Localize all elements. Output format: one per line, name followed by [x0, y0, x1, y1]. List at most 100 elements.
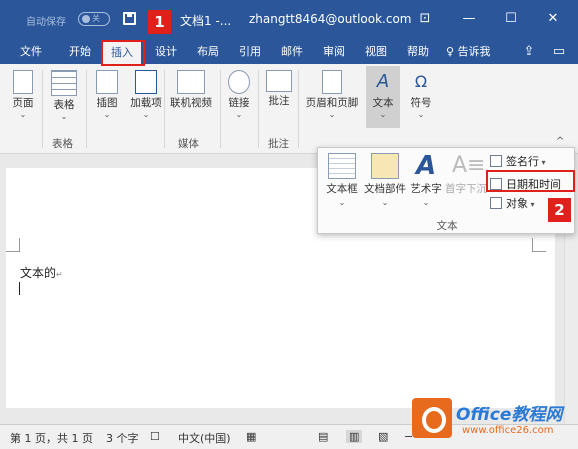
- chevron-down-icon: ⌄: [142, 110, 150, 119]
- comments-icon[interactable]: ▭: [548, 42, 570, 62]
- table-icon: [51, 70, 77, 96]
- pages-button[interactable]: 页面 ⌄: [8, 70, 38, 120]
- chevron-down-icon: ⌄: [379, 110, 387, 119]
- quick-parts-icon: [371, 153, 399, 179]
- paragraph-mark-icon: ↵: [56, 270, 63, 279]
- text-button[interactable]: A 文本 ⌄: [366, 66, 400, 128]
- page-count[interactable]: 第 1 页，共 1 页: [10, 430, 93, 446]
- link-button[interactable]: 链接 ⌄: [224, 70, 254, 120]
- tab-mailings[interactable]: 邮件: [274, 40, 310, 64]
- symbol-label: 符号: [410, 97, 432, 109]
- print-layout-icon[interactable]: ▥: [346, 430, 363, 443]
- document-text: 文本的↵: [20, 264, 63, 281]
- object-button[interactable]: 对象 ▾: [490, 195, 535, 211]
- tab-home[interactable]: 开始: [60, 40, 100, 64]
- group-divider: [42, 70, 43, 148]
- comment-button[interactable]: 批注: [264, 70, 294, 108]
- chevron-down-icon: ⌄: [235, 110, 243, 119]
- web-layout-icon[interactable]: ▧: [378, 430, 388, 443]
- addins-label: 加载项: [130, 97, 162, 109]
- minimize-icon[interactable]: —: [458, 9, 480, 29]
- online-video-label: 联机视频: [170, 97, 212, 109]
- illustrations-icon: [96, 70, 118, 94]
- quick-parts-label: 文档部件: [364, 183, 406, 195]
- tab-review[interactable]: 审阅: [316, 40, 352, 64]
- tell-me-search[interactable]: ♀ 告诉我: [446, 40, 491, 64]
- header-footer-button[interactable]: 页眉和页脚 ⌄: [302, 70, 362, 120]
- group-divider: [298, 70, 299, 148]
- online-video-button[interactable]: 联机视频: [166, 70, 216, 110]
- group-label-media: 媒体: [178, 138, 199, 150]
- pages-label: 页面: [12, 97, 34, 109]
- wordart-button[interactable]: A 艺术字 ⌄: [408, 153, 444, 209]
- proofing-icon[interactable]: ☐: [150, 430, 160, 443]
- chevron-down-icon: ⌄: [19, 110, 27, 119]
- signature-line-button[interactable]: 签名行 ▾: [490, 153, 546, 169]
- chevron-down-icon: ⌄: [417, 110, 425, 119]
- group-divider: [164, 70, 165, 148]
- ribbon: 页面 ⌄ 表格 ⌄ 表格 插图 ⌄ 加载项 ⌄ 联机视频 媒体 链接 ⌄ 批注 …: [0, 64, 578, 154]
- accessibility-icon[interactable]: ▦: [246, 430, 256, 443]
- group-divider: [258, 70, 259, 148]
- autosave-label: 自动保存: [26, 17, 66, 28]
- step-1-badge: 1: [148, 10, 171, 34]
- tab-help[interactable]: 帮助: [400, 40, 436, 64]
- title-bar: 自动保存 关 文档1 -... zhangtt8464@outlook.com …: [0, 0, 578, 40]
- comment-label: 批注: [268, 95, 290, 107]
- header-footer-label: 页眉和页脚: [305, 97, 359, 109]
- margin-corner-mark: [6, 238, 20, 252]
- watermark-url: www.office26.com: [462, 425, 554, 436]
- office-logo-icon: [412, 398, 452, 438]
- group-divider: [86, 70, 87, 148]
- close-icon[interactable]: ✕: [542, 9, 564, 29]
- ribbon-display-icon[interactable]: ⊡: [414, 9, 436, 29]
- header-footer-icon: [322, 70, 342, 94]
- share-icon[interactable]: ⇪: [518, 42, 540, 62]
- autosave-toggle[interactable]: 关: [78, 12, 110, 26]
- document-paragraph: 文本的: [20, 266, 57, 280]
- quick-parts-button[interactable]: 文档部件 ⌄: [362, 153, 408, 209]
- read-mode-icon[interactable]: ▤: [318, 430, 328, 443]
- video-icon: [177, 70, 205, 94]
- signature-icon: [490, 155, 502, 167]
- text-label: 文本: [372, 97, 394, 109]
- wordart-label: 艺术字: [410, 183, 442, 195]
- tab-layout[interactable]: 布局: [190, 40, 226, 64]
- tab-view[interactable]: 视图: [358, 40, 394, 64]
- textbox-button[interactable]: 文本框 ⌄: [322, 153, 362, 209]
- step-2-badge: 2: [548, 198, 571, 222]
- illustrations-button[interactable]: 插图 ⌄: [92, 70, 122, 120]
- dropcap-button[interactable]: A≡ 首字下沉: [444, 153, 488, 196]
- omega-icon: Ω: [414, 72, 428, 91]
- chevron-down-icon: ⌄: [422, 198, 430, 207]
- object-icon: [490, 197, 502, 209]
- tell-me-label: 告诉我: [457, 45, 491, 58]
- link-label: 链接: [228, 97, 250, 109]
- illustrations-label: 插图: [96, 97, 118, 109]
- chevron-down-icon: ⌄: [381, 198, 389, 207]
- popup-group-title: 文本: [436, 220, 458, 232]
- object-label: 对象: [506, 197, 528, 210]
- ribbon-tab-bar: 文件 开始 插入 设计 布局 引用 邮件 审阅 视图 帮助 ♀ 告诉我 ⇪ ▭: [0, 40, 578, 64]
- tab-references[interactable]: 引用: [232, 40, 268, 64]
- date-time-highlight: [486, 170, 575, 192]
- insert-tab-highlight: [101, 40, 145, 66]
- user-account[interactable]: zhangtt8464@outlook.com: [249, 12, 412, 26]
- symbol-button[interactable]: Ω 符号 ⌄: [406, 70, 436, 120]
- tab-design[interactable]: 设计: [148, 40, 184, 64]
- language-status[interactable]: 中文(中国): [178, 430, 231, 446]
- collapse-ribbon-icon[interactable]: ^: [556, 136, 564, 147]
- textbox-label: 文本框: [326, 183, 358, 195]
- tab-file[interactable]: 文件: [12, 40, 50, 64]
- addins-button[interactable]: 加载项 ⌄: [130, 70, 162, 120]
- maximize-icon[interactable]: ☐: [500, 9, 522, 29]
- group-label-tables: 表格: [52, 138, 73, 150]
- save-icon[interactable]: [123, 12, 136, 25]
- table-button[interactable]: 表格 ⌄: [48, 70, 80, 122]
- word-count[interactable]: 3 个字: [106, 430, 139, 446]
- document-title: 文档1 -...: [180, 14, 232, 28]
- margin-corner-mark: [532, 238, 546, 252]
- lightbulb-icon: ♀: [446, 45, 458, 58]
- link-icon: [228, 70, 250, 94]
- watermark: Office教程网 www.office26.com: [412, 398, 574, 444]
